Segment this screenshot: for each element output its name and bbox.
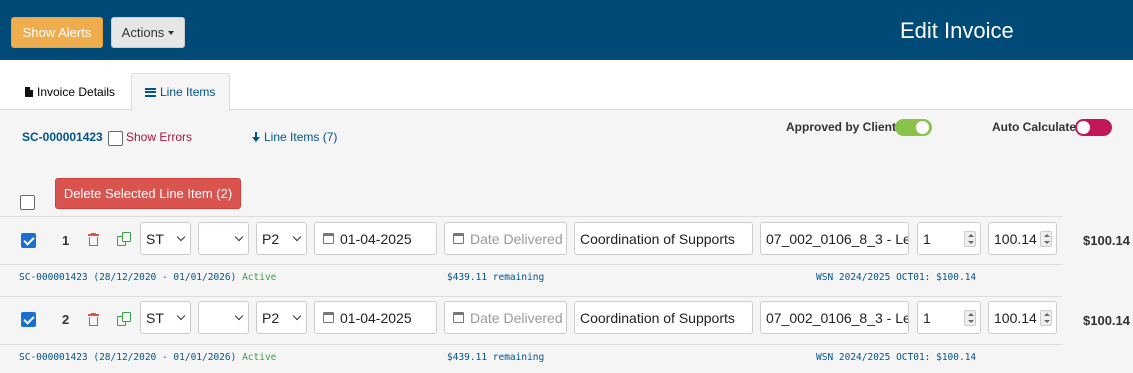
calendar-icon [453,233,464,244]
line-meta-remaining: $439.11 remaining [447,352,545,363]
contract-text: SC-000001423 (28/12/2020 - 01/01/2026) [19,352,237,363]
stepper-icon[interactable] [964,231,976,247]
type-select-value: ST [146,230,164,247]
actions-label: Actions [121,25,165,40]
stepper-icon[interactable] [1040,231,1052,247]
line-select-checkbox[interactable] [21,233,36,248]
divider [0,264,1062,265]
tab-label: Line Items [160,85,216,99]
rate-input[interactable]: 100.14 [988,301,1057,334]
item-code-input[interactable]: 07_002_0106_8_3 - Lev [760,222,909,255]
actions-dropdown-button[interactable]: Actions [111,17,185,48]
calendar-icon [323,312,334,323]
approved-by-client-label: Approved by Client [786,120,897,134]
page-title: Edit Invoice [900,18,1014,43]
line-number: 1 [62,233,70,248]
priority-select[interactable]: P2 [256,222,307,255]
line-total: $100.14 [1083,233,1130,248]
rate-input[interactable]: 100.14 [988,222,1057,255]
auto-calculate-label: Auto Calculate [992,120,1077,134]
quantity-input[interactable]: 1 [917,301,981,334]
arrow-down-icon [252,132,260,142]
description-value: Coordination of Supports [580,309,735,326]
show-errors-label[interactable]: Show Errors [126,130,192,144]
date-delivered-placeholder: Date Delivered [470,309,563,326]
tab-invoice-details[interactable]: Invoice Details [14,73,128,110]
toggle-knob [1077,121,1090,134]
description-input[interactable]: Coordination of Supports [574,301,753,334]
trash-icon[interactable] [88,313,99,326]
contract-text: SC-000001423 (28/12/2020 - 01/01/2026) [19,272,237,283]
line-select-checkbox[interactable] [21,312,36,327]
copy-icon[interactable] [117,232,131,247]
caret-down-icon [168,30,175,35]
stepper-icon[interactable] [1040,310,1052,326]
line-items-count-link[interactable]: Line Items (7) [252,130,337,144]
type-select[interactable]: ST [140,222,191,255]
date-input[interactable]: 01-04-2025 [314,301,437,334]
priority-select-value: P2 [262,230,280,247]
description-value: Coordination of Supports [580,230,735,247]
line-meta-price: WSN 2024/2025 OCT01: $100.14 [816,272,977,283]
auto-calculate-toggle[interactable] [1075,119,1112,136]
calendar-icon [323,233,334,244]
quantity-value: 1 [923,309,931,326]
rate-value: 100.14 [994,230,1037,247]
date-delivered-input[interactable]: Date Delivered [444,301,567,334]
status-text: Active [242,352,277,363]
date-value: 01-04-2025 [340,230,412,247]
approved-by-client-toggle[interactable] [895,119,932,136]
option-select[interactable] [198,222,249,255]
show-errors-checkbox[interactable] [108,131,123,146]
service-reference-link[interactable]: SC-000001423 [22,130,103,144]
option-select[interactable] [198,301,249,334]
line-number: 2 [62,312,70,327]
line-meta-remaining: $439.11 remaining [447,272,545,283]
date-delivered-input[interactable]: Date Delivered [444,222,567,255]
line-meta-contract: SC-000001423 (28/12/2020 - 01/01/2026) A… [19,272,276,283]
file-icon [25,86,33,97]
line-items-count-label: Line Items (7) [264,130,338,144]
divider [0,296,1062,297]
date-input[interactable]: 01-04-2025 [314,222,437,255]
select-all-checkbox[interactable] [20,195,35,210]
status-text: Active [242,272,277,283]
calendar-icon [453,312,464,323]
line-total: $100.14 [1083,313,1130,328]
line-meta-contract: SC-000001423 (28/12/2020 - 01/01/2026) A… [19,352,276,363]
rate-value: 100.14 [994,309,1037,326]
type-select-value: ST [146,309,164,326]
toggle-knob [916,121,929,134]
divider [0,216,1062,217]
date-value: 01-04-2025 [340,309,412,326]
description-input[interactable]: Coordination of Supports [574,222,753,255]
item-code-value: 07_002_0106_8_3 - Lev [766,230,909,247]
item-code-input[interactable]: 07_002_0106_8_3 - Lev [760,301,909,334]
delete-selected-button[interactable]: Delete Selected Line Item (2) [55,178,241,209]
stepper-icon[interactable] [964,310,976,326]
tab-line-items[interactable]: Line Items [131,73,230,111]
divider [0,344,1062,345]
date-delivered-placeholder: Date Delivered [470,230,563,247]
item-code-value: 07_002_0106_8_3 - Lev [766,309,909,326]
priority-select[interactable]: P2 [256,301,307,334]
quantity-value: 1 [923,230,931,247]
type-select[interactable]: ST [140,301,191,334]
line-meta-price: WSN 2024/2025 OCT01: $100.14 [816,352,977,363]
priority-select-value: P2 [262,309,280,326]
trash-icon[interactable] [88,233,99,246]
copy-icon[interactable] [117,312,131,327]
show-alerts-button[interactable]: Show Alerts [11,17,103,48]
list-icon [145,87,156,97]
quantity-input[interactable]: 1 [917,222,981,255]
tab-label: Invoice Details [37,84,116,99]
